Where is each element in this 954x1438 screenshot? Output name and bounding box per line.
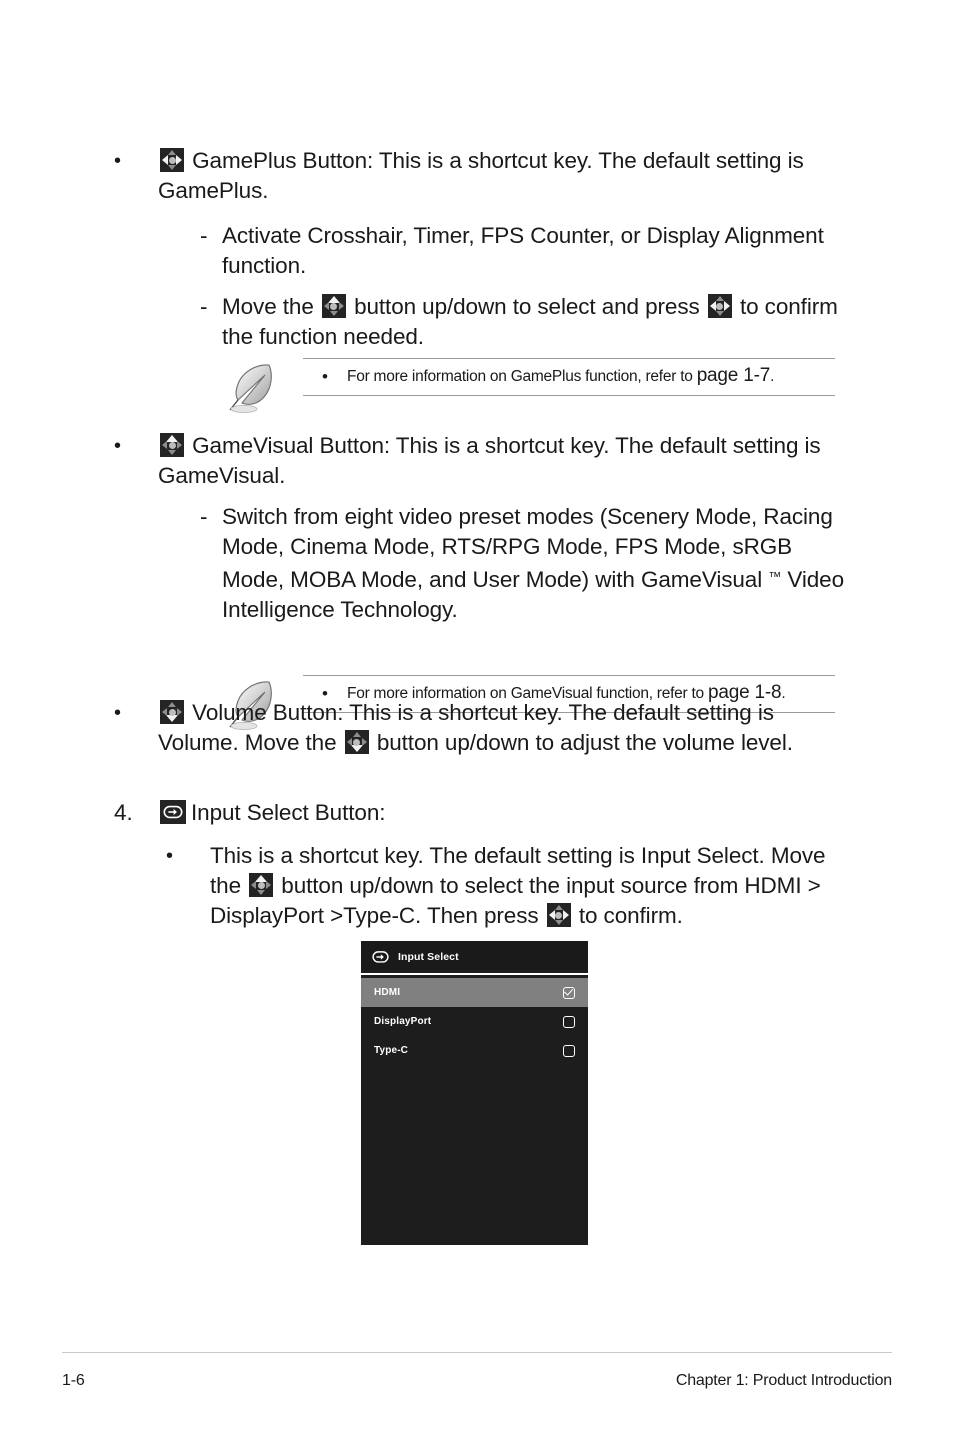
- gameplus-bullet-item: • GamePlus Button: This is a shortcut ke…: [100, 146, 845, 206]
- osd-row-displayport[interactable]: DisplayPort: [361, 1007, 588, 1036]
- gameplus-sub-item-1: - Activate Crosshair, Timer, FPS Counter…: [200, 221, 845, 281]
- bullet-marker: •: [114, 435, 122, 457]
- input-select-title: Input Select Button:: [191, 800, 386, 825]
- note-gameplus-text: For more information on GamePlus functio…: [347, 365, 774, 388]
- chapter-label: Chapter 1: Product Introduction: [675, 1372, 892, 1389]
- input-select-key-icon: [160, 800, 186, 824]
- gamevisual-sub-text: Switch from eight video preset modes (Sc…: [214, 502, 845, 625]
- page-number: 1-6: [62, 1372, 85, 1389]
- document-page: • GamePlus Button: This is a shortcut ke…: [0, 0, 954, 1438]
- osd-row-type-c[interactable]: Type-C: [361, 1036, 588, 1065]
- nav-key-center-press-icon: [546, 903, 571, 927]
- bullet-marker: •: [166, 845, 174, 867]
- gameplus-description: GamePlus Button: This is a shortcut key.…: [158, 148, 804, 203]
- input-select-numbered-item: 4. Input Select Button:: [100, 798, 845, 828]
- gamevisual-description: GameVisual Button: This is a shortcut ke…: [158, 433, 821, 488]
- osd-title: Input Select: [398, 951, 459, 963]
- trademark-symbol: ™: [768, 569, 782, 584]
- note-bullet-marker: •: [322, 366, 328, 386]
- osd-row-label: Type-C: [374, 1045, 409, 1056]
- note-box-gameplus: • For more information on GamePlus funct…: [225, 358, 835, 414]
- nav-key-left-right-icon: [160, 148, 184, 172]
- nav-key-up-down-icon: [344, 730, 369, 754]
- nav-key-up-down-icon: [249, 873, 274, 897]
- note1-lead: For more information on GamePlus functio…: [347, 368, 697, 385]
- gameplus-text-body: GamePlus Button: This is a shortcut key.…: [158, 146, 845, 206]
- input-select-sub-part3: to confirm.: [578, 903, 683, 928]
- osd-row-list: HDMI DisplayPort Type-C: [361, 978, 588, 1065]
- note1-suffix: .: [770, 368, 775, 385]
- gamevisual-text-body: GameVisual Button: This is a shortcut ke…: [158, 431, 845, 491]
- dash-marker: -: [200, 294, 208, 319]
- gamevisual-bullet-item: • GameVisual Button: This is a shortcut …: [100, 431, 845, 491]
- osd-menu-screenshot: Input Select HDMI DisplayPort Type-C: [361, 941, 588, 1245]
- bullet-marker: •: [114, 150, 122, 172]
- gamevisual-sub-item: - Switch from eight video preset modes (…: [200, 502, 845, 625]
- nav-key-up-down-icon: [321, 294, 346, 318]
- input-select-sub-item: • This is a shortcut key. The default se…: [148, 841, 848, 931]
- osd-row-label: HDMI: [374, 987, 401, 998]
- checkbox-empty-icon[interactable]: [563, 1044, 575, 1057]
- gameplus-sub2-text: Move the button up/down to select and pr…: [214, 292, 845, 352]
- input-select-title-row: Input Select Button:: [160, 798, 845, 828]
- gameplus-sub2-part2: button up/down to select and press: [354, 294, 700, 319]
- nav-key-up-icon: [160, 433, 184, 457]
- volume-text-body: Volume Button: This is a shortcut key. T…: [158, 698, 845, 758]
- gamevisual-sub-part1: Switch from eight video preset modes (Sc…: [222, 504, 833, 592]
- volume-bullet-item: • Volume Button: This is a shortcut key.…: [100, 698, 845, 758]
- dash-marker: -: [200, 504, 208, 529]
- osd-row-label: DisplayPort: [374, 1016, 432, 1027]
- quill-pen-icon: [229, 364, 272, 414]
- list-number: 4.: [114, 800, 133, 825]
- input-select-sub-text: This is a shortcut key. The default sett…: [210, 841, 848, 931]
- dash-marker: -: [200, 223, 208, 248]
- volume-description-part2: button up/down to adjust the volume leve…: [376, 730, 793, 755]
- nav-key-down-icon: [160, 700, 184, 724]
- gameplus-sub2-part1: Move the: [222, 294, 314, 319]
- gameplus-sub1-text: Activate Crosshair, Timer, FPS Counter, …: [222, 223, 824, 278]
- osd-row-hdmi[interactable]: HDMI: [361, 978, 588, 1007]
- bullet-marker: •: [114, 702, 122, 724]
- input-select-sub-part2: button up/down to select the input sourc…: [210, 873, 821, 928]
- checkbox-checked-icon[interactable]: [563, 986, 575, 999]
- page-footer: 1-6 Chapter 1: Product Introduction: [62, 1352, 892, 1390]
- checkbox-empty-icon[interactable]: [563, 1015, 575, 1028]
- nav-key-center-press-icon: [707, 294, 732, 318]
- gameplus-sub-item-2: - Move the button up/down to select and …: [200, 292, 845, 352]
- osd-header: Input Select: [361, 941, 588, 975]
- input-select-icon: [372, 950, 389, 964]
- osd-panel: Input Select HDMI DisplayPort Type-C: [361, 941, 588, 1245]
- note1-page-reference: page 1-7: [696, 365, 771, 386]
